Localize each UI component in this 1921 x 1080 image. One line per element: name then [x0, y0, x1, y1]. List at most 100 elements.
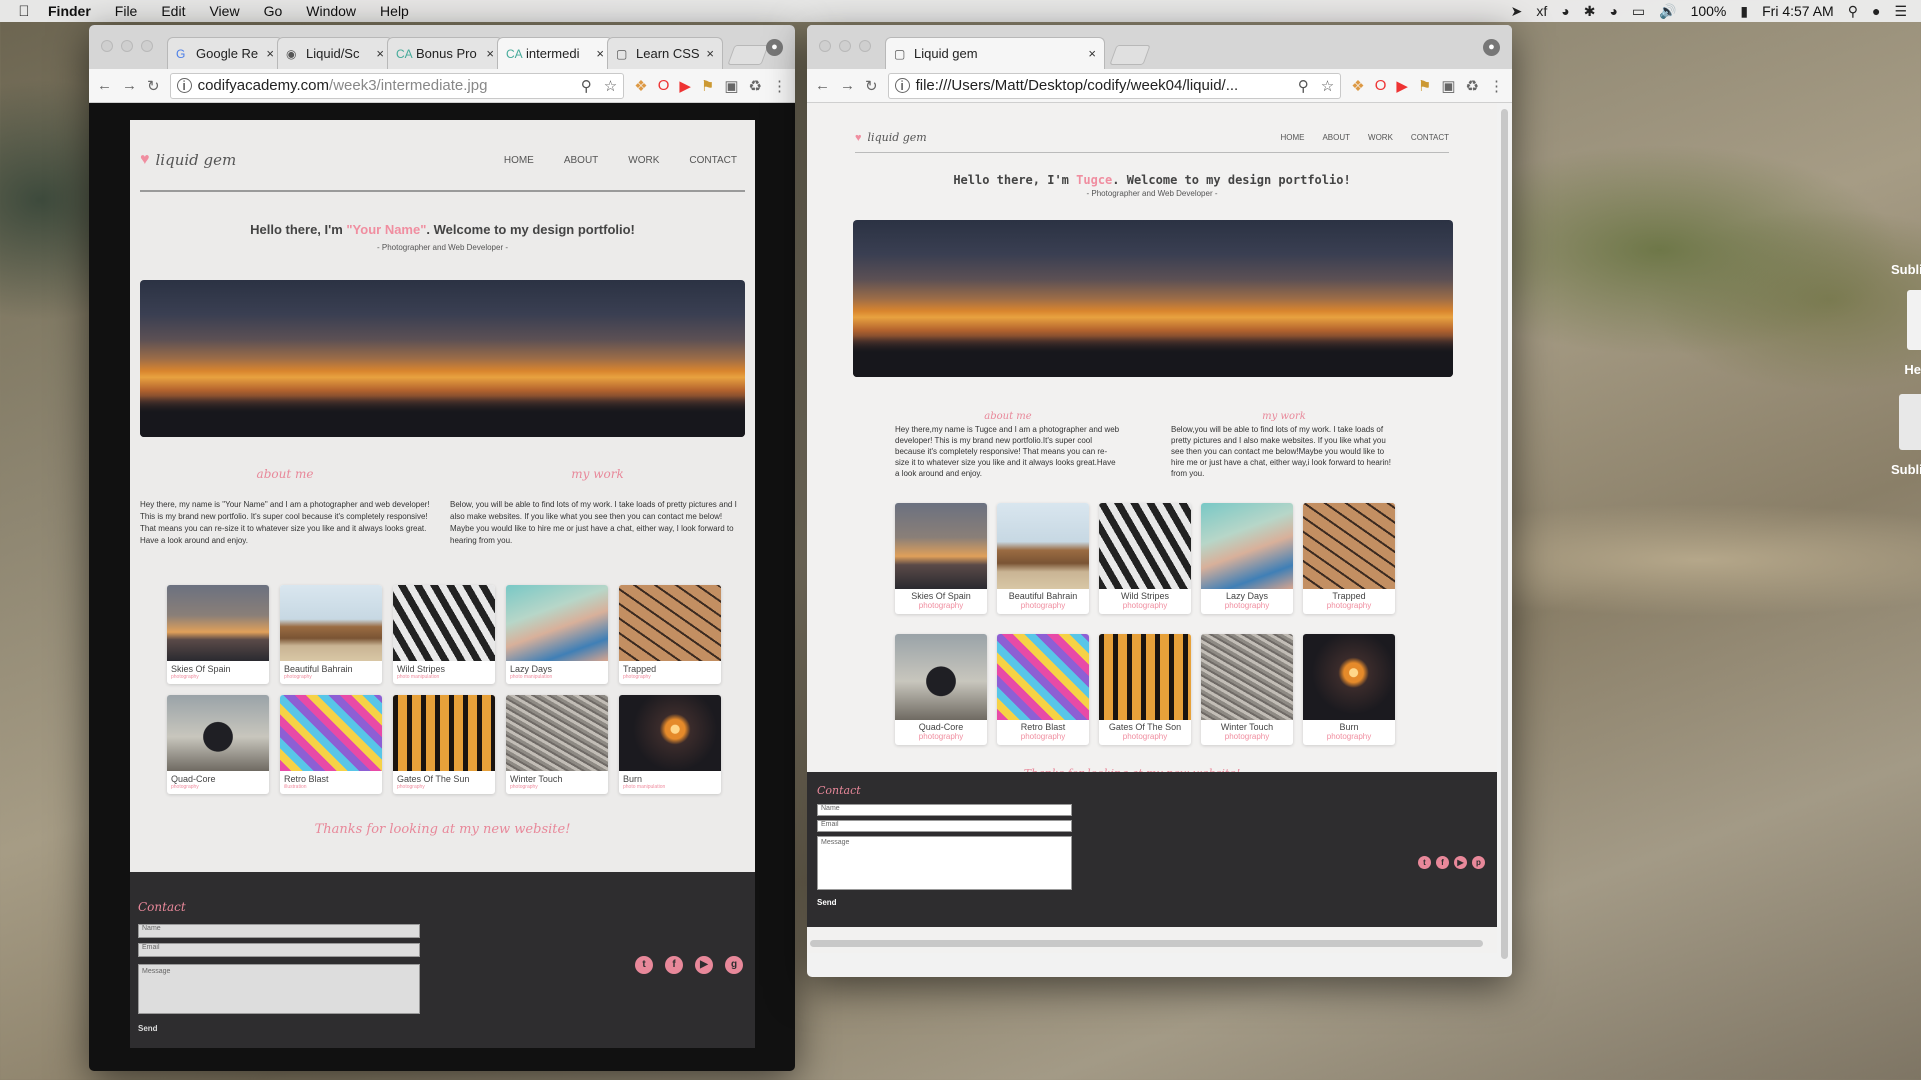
portfolio-card[interactable]: Skies Of Spain photography — [167, 585, 269, 684]
menu-window[interactable]: Window — [306, 3, 356, 19]
portfolio-thumbnail[interactable] — [1201, 503, 1293, 589]
battery-icon[interactable]: ▮ — [1740, 3, 1748, 20]
recycle-icon[interactable]: ♻ — [749, 77, 762, 95]
portfolio-thumbnail[interactable] — [167, 695, 269, 771]
volume-icon[interactable]: 🔊 — [1659, 3, 1676, 20]
menu-file[interactable]: File — [115, 3, 138, 19]
youtube-icon[interactable]: ▶ — [1454, 856, 1467, 869]
zoom-window-button[interactable] — [141, 40, 153, 52]
portfolio-thumbnail[interactable] — [1201, 634, 1293, 720]
portfolio-thumbnail[interactable] — [393, 585, 495, 661]
tab-intermediate[interactable]: CA intermedi × — [497, 37, 613, 69]
forward-icon[interactable]: → — [122, 77, 137, 94]
minimize-window-button[interactable] — [121, 40, 133, 52]
name-input[interactable]: Name — [138, 924, 420, 938]
back-icon[interactable]: ← — [815, 77, 830, 94]
notification-center-icon[interactable]: ☰ — [1894, 3, 1907, 20]
portfolio-card[interactable]: Lazy Days photo manipulation — [506, 585, 608, 684]
portfolio-thumbnail[interactable] — [280, 585, 382, 661]
desktop-icon-label[interactable]: He — [1901, 362, 1921, 377]
portfolio-card[interactable]: Wild Stripes photo manipulation — [393, 585, 495, 684]
close-tab-icon[interactable]: × — [486, 46, 494, 61]
nav-work[interactable]: WORK — [628, 155, 659, 166]
vertical-scrollbar[interactable] — [1501, 109, 1508, 959]
pinterest-icon[interactable]: p — [1472, 856, 1485, 869]
portfolio-card[interactable]: Gates Of The Sun photography — [393, 695, 495, 794]
nav-about[interactable]: ABOUT — [1322, 133, 1350, 142]
portfolio-card[interactable]: Wild Stripes photography — [1099, 503, 1191, 614]
send-button[interactable]: Send — [138, 1024, 158, 1033]
portfolio-thumbnail[interactable] — [1099, 634, 1191, 720]
clock[interactable]: Fri 4:57 AM — [1762, 3, 1834, 19]
apple-icon[interactable]:  — [0, 3, 48, 20]
portfolio-thumbnail[interactable] — [506, 585, 608, 661]
portfolio-thumbnail[interactable] — [167, 585, 269, 661]
nav-contact[interactable]: CONTACT — [689, 155, 737, 166]
portfolio-card[interactable]: Lazy Days photography — [1201, 503, 1293, 614]
desktop-icon-label[interactable]: Subli — [1891, 262, 1921, 277]
portfolio-card[interactable]: Skies Of Spain photography — [895, 503, 987, 614]
close-tab-icon[interactable]: × — [266, 46, 274, 61]
airplay-icon[interactable]: ▭ — [1632, 3, 1645, 20]
opera-icon[interactable]: O — [658, 77, 670, 94]
opera-icon[interactable]: O — [1375, 77, 1387, 94]
desktop-app-icon[interactable] — [1899, 394, 1921, 450]
close-window-button[interactable] — [101, 40, 113, 52]
tab-liquid-gem[interactable]: ▢ Liquid gem × — [885, 37, 1105, 69]
sync-icon[interactable]: ◕ — [1561, 3, 1569, 19]
bookmark-icon[interactable]: ⚑ — [701, 77, 714, 95]
portfolio-thumbnail[interactable] — [1099, 503, 1191, 589]
recycle-icon[interactable]: ♻ — [1466, 77, 1479, 95]
portfolio-card[interactable]: Retro Blast photography — [997, 634, 1089, 745]
portfolio-thumbnail[interactable] — [895, 634, 987, 720]
google-plus-icon[interactable]: g — [725, 956, 743, 974]
extension-icon[interactable]: ❖ — [634, 77, 647, 95]
reload-icon[interactable]: ↻ — [865, 77, 878, 95]
portfolio-card[interactable]: Retro Blast illustration — [280, 695, 382, 794]
youtube-icon[interactable]: ▶ — [695, 956, 713, 974]
portfolio-card[interactable]: Quad-Core photography — [167, 695, 269, 794]
zoom-window-button[interactable] — [859, 40, 871, 52]
portfolio-card[interactable]: Winter Touch photography — [506, 695, 608, 794]
message-textarea[interactable]: Message — [817, 836, 1072, 890]
twitter-icon[interactable]: t — [1418, 856, 1431, 869]
tab-github[interactable]: ◉ Liquid/Sc × — [277, 37, 393, 69]
portfolio-thumbnail[interactable] — [997, 634, 1089, 720]
location-icon[interactable]: ➤ — [1511, 3, 1523, 20]
menu-view[interactable]: View — [209, 3, 239, 19]
close-tab-icon[interactable]: × — [376, 46, 384, 61]
portfolio-thumbnail[interactable] — [619, 585, 721, 661]
xf-icon[interactable]: xf — [1536, 3, 1547, 19]
tab-google[interactable]: G Google Re × — [167, 37, 283, 69]
portfolio-thumbnail[interactable] — [506, 695, 608, 771]
profile-icon[interactable]: ● — [766, 39, 783, 56]
menu-help[interactable]: Help — [380, 3, 409, 19]
menu-edit[interactable]: Edit — [161, 3, 185, 19]
nav-home[interactable]: HOME — [504, 155, 534, 166]
send-button[interactable]: Send — [817, 898, 837, 907]
portfolio-card[interactable]: Quad-Core photography — [895, 634, 987, 745]
desktop-file-icon[interactable] — [1907, 290, 1921, 350]
extension-icon[interactable]: ▣ — [724, 77, 738, 95]
info-icon[interactable]: i — [176, 78, 192, 93]
new-tab-button[interactable] — [1109, 45, 1151, 65]
spotlight-icon[interactable]: ⚲ — [1848, 3, 1858, 20]
nav-work[interactable]: WORK — [1368, 133, 1393, 142]
name-input[interactable]: Name — [817, 804, 1072, 816]
address-bar[interactable]: i codifyacademy.com/week3/intermediate.j… — [169, 72, 625, 99]
new-tab-button[interactable] — [727, 45, 769, 65]
youtube-icon[interactable]: ▶ — [679, 77, 691, 95]
youtube-icon[interactable]: ▶ — [1396, 77, 1408, 95]
wifi-icon[interactable]: ◕ — [1609, 3, 1617, 19]
portfolio-card[interactable]: Burn photography — [1303, 634, 1395, 745]
address-bar[interactable]: i file:///Users/Matt/Desktop/codify/week… — [887, 72, 1342, 99]
bookmark-star-icon[interactable]: ☆ — [604, 77, 617, 95]
info-icon[interactable]: i — [894, 78, 910, 93]
close-tab-icon[interactable]: × — [706, 46, 714, 61]
bookmark-star-icon[interactable]: ☆ — [1321, 77, 1334, 95]
close-window-button[interactable] — [819, 40, 831, 52]
reload-icon[interactable]: ↻ — [147, 77, 160, 95]
back-icon[interactable]: ← — [97, 77, 112, 94]
portfolio-card[interactable]: Beautiful Bahrain photography — [280, 585, 382, 684]
portfolio-card[interactable]: Beautiful Bahrain photography — [997, 503, 1089, 614]
